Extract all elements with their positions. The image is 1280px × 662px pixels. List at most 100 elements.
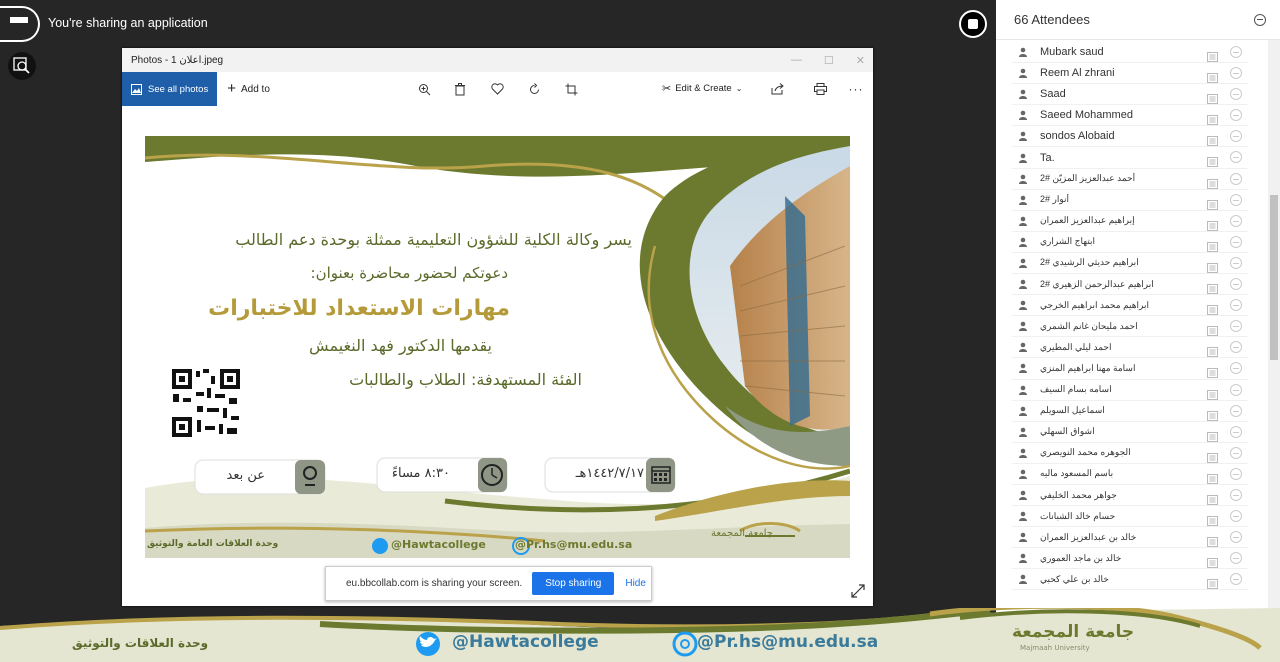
rotate-icon[interactable] [526, 81, 542, 97]
attendee-options-icon[interactable] [1230, 362, 1242, 375]
print-icon[interactable] [812, 81, 828, 97]
person-icon [1018, 68, 1028, 79]
attendee-name: Mubark saud [1040, 46, 1104, 59]
banner-email: @Pr.hs@mu.edu.sa [697, 632, 879, 652]
attendee-row[interactable]: باسم المسعود ماليه [1012, 464, 1248, 485]
sharing-status-text: You're sharing an application [48, 16, 208, 30]
banner-university-en: Majmaah University [1020, 644, 1090, 652]
attendee-options-icon[interactable] [1230, 151, 1242, 164]
attendee-row[interactable]: حسام خالد الشبانات [1012, 506, 1248, 528]
favorite-icon[interactable] [489, 81, 505, 97]
scrollbar-thumb[interactable] [1270, 195, 1278, 360]
person-icon [1018, 300, 1028, 311]
person-icon [1018, 342, 1028, 353]
person-icon [1018, 363, 1028, 374]
flyer-audience: الفئة المستهدفة: الطلاب والطالبات [349, 370, 582, 389]
attendee-options-icon[interactable] [1230, 172, 1242, 185]
attendee-options-icon[interactable] [1230, 552, 1242, 565]
attendee-row[interactable]: sondos Alobaid [1012, 126, 1248, 148]
attendee-row[interactable]: خالد بن علي كحبي [1012, 569, 1248, 591]
attendee-scrollbar[interactable] [1268, 40, 1280, 620]
stop-share-button[interactable] [959, 10, 987, 38]
see-all-photos-button[interactable]: See all photos [122, 72, 218, 106]
session-menu-button[interactable] [0, 6, 40, 42]
banner-unit: وحدة العلاقات والتوثيق [72, 636, 209, 650]
attendee-options-icon[interactable] [1230, 404, 1242, 417]
attendee-row[interactable]: أنوار #2 [1012, 190, 1248, 211]
attendee-row[interactable]: ابتهاج الشراري [1012, 232, 1248, 253]
attendee-options-icon[interactable] [1230, 130, 1242, 143]
attendee-row[interactable]: Saeed Mohammed [1012, 105, 1248, 127]
attendee-row[interactable]: اشواق السهلي [1012, 422, 1248, 443]
share-icon[interactable] [769, 81, 785, 97]
flyer-twitter: @Hawtacollege [391, 538, 486, 551]
attendee-name: ابراهيم حديثي الرشيدي #2 [1040, 257, 1139, 268]
photos-window: Photos - اعلان 1.jpeg — ☐ ✕ See all phot… [122, 48, 873, 606]
flyer-email: @Pr.hs@mu.edu.sa [515, 538, 633, 551]
attendee-options-icon[interactable] [1230, 446, 1242, 459]
fullscreen-icon[interactable] [851, 583, 865, 602]
attendee-options-icon[interactable] [1230, 341, 1242, 354]
banner-twitter: @Hawtacollege [452, 632, 599, 652]
attendee-row[interactable]: ابراهيم عبدالرحمن الزهيري #2 [1012, 274, 1248, 296]
attendee-options-icon[interactable] [1230, 235, 1242, 248]
zoom-view-button[interactable] [8, 52, 36, 80]
window-titlebar: Photos - اعلان 1.jpeg — ☐ ✕ [122, 48, 873, 72]
stop-sharing-button[interactable]: Stop sharing [532, 572, 615, 595]
attendee-options-icon[interactable] [1230, 109, 1242, 122]
more-options-icon[interactable]: ··· [848, 81, 864, 97]
attendee-row[interactable]: Mubark saud [1012, 42, 1248, 64]
attendee-options-icon[interactable] [1230, 531, 1242, 544]
person-icon [1018, 321, 1028, 332]
attendee-row[interactable]: إبراهيم عبدالعزيز العمران [1012, 211, 1248, 232]
zoom-in-icon[interactable] [416, 81, 432, 97]
attendee-options-icon[interactable] [1230, 510, 1242, 523]
attendee-row[interactable]: جواهر محمد الخليفي [1012, 485, 1248, 507]
attendee-options-icon[interactable] [1230, 46, 1242, 58]
attendee-options-icon[interactable] [1230, 425, 1242, 438]
attendee-options-icon[interactable] [1230, 320, 1242, 333]
attendee-row[interactable]: ابراهيم حديثي الرشيدي #2 [1012, 253, 1248, 275]
attendee-row[interactable]: احمد ليلي المطيري [1012, 337, 1248, 359]
attendee-row[interactable]: Reem Al zhrani [1012, 63, 1248, 85]
crop-icon[interactable] [563, 81, 579, 97]
attendee-row[interactable]: الجوهره محمد النويصري [1012, 443, 1248, 464]
maximize-icon[interactable]: ☐ [824, 54, 834, 67]
photos-icon [131, 83, 142, 95]
add-to-button[interactable]: + Add to [227, 81, 270, 96]
attendee-options-icon[interactable] [1230, 278, 1242, 291]
attendee-row[interactable]: خالد بن ماجد العموري [1012, 548, 1248, 570]
attendee-options-icon[interactable] [1230, 299, 1242, 312]
attendee-row[interactable]: اسامة مهنا ابراهيم المنزي [1012, 358, 1248, 380]
attendee-options-icon[interactable] [1230, 67, 1242, 80]
attendee-options-icon[interactable] [1230, 467, 1242, 480]
collapse-panel-icon[interactable] [1254, 14, 1266, 26]
attendee-options-icon[interactable] [1230, 214, 1242, 227]
add-to-label: Add to [240, 83, 270, 95]
attendee-name: خالد بن عبدالعزيز العمران [1040, 531, 1137, 542]
flyer-lecture-title: مهارات الاستعداد للاختبارات [208, 296, 510, 321]
attendee-row[interactable]: ابراهيم محمد ابراهيم الخرجي [1012, 295, 1248, 317]
delete-icon[interactable] [452, 81, 468, 97]
hide-notification-link[interactable]: Hide [625, 578, 646, 589]
attendee-row[interactable]: خالد بن عبدالعزيز العمران [1012, 527, 1248, 549]
flyer-university: جامعة المجمعة [711, 528, 773, 539]
attendee-row[interactable]: Saad [1012, 84, 1248, 106]
attendee-row[interactable]: أحمد عبدالعزيز المزيّن #2 [1012, 169, 1248, 190]
attendee-options-icon[interactable] [1230, 383, 1242, 396]
close-icon[interactable]: ✕ [856, 54, 865, 67]
attendee-row[interactable]: اسماعيل السويلم [1012, 401, 1248, 422]
attendee-row[interactable]: اسامه بسام السيف [1012, 380, 1248, 401]
attendee-options-icon[interactable] [1230, 256, 1242, 269]
edit-create-button[interactable]: ✂ Edit & Create ⌄ [662, 82, 742, 95]
attendee-name: أنوار #2 [1040, 194, 1070, 205]
minimize-icon[interactable]: — [791, 54, 802, 66]
attendee-options-icon[interactable] [1230, 193, 1242, 206]
flyer-date: ١٤٤٢/٧/١٧هـ [575, 466, 644, 481]
attendee-row[interactable]: احمد مليحان غانم الشمري [1012, 316, 1248, 338]
person-icon [1018, 427, 1028, 437]
attendee-options-icon[interactable] [1230, 573, 1242, 586]
attendee-row[interactable]: Ta. [1012, 147, 1248, 169]
attendee-options-icon[interactable] [1230, 488, 1242, 501]
attendee-options-icon[interactable] [1230, 88, 1242, 101]
